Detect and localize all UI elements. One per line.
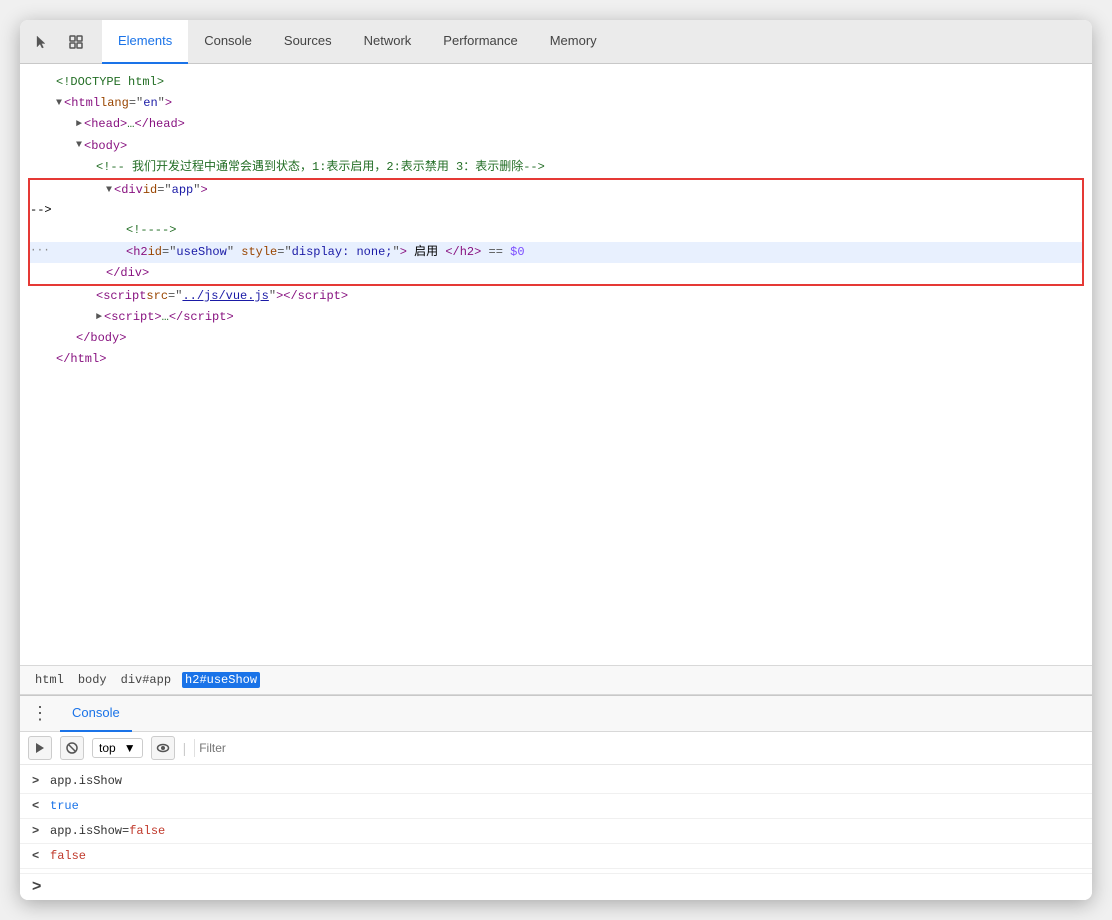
console-section: ⋮ Console <box>20 695 1092 900</box>
top-selector[interactable]: top ▼ <box>92 738 143 758</box>
body-triangle[interactable]: ▼ <box>76 138 82 154</box>
console-row-2: < true <box>20 794 1092 819</box>
html-close-line: </html> <box>20 349 1092 370</box>
console-prompt-row: > <box>20 873 1092 900</box>
row3-prefix: > <box>32 822 46 840</box>
filter-input[interactable] <box>194 739 1084 757</box>
row2-prefix: < <box>32 797 46 815</box>
clear-button[interactable] <box>60 736 84 760</box>
breadcrumb-bar: html body div#app h2#useShow <box>20 665 1092 695</box>
head-triangle[interactable]: ► <box>76 117 82 133</box>
html-triangle[interactable]: ▼ <box>56 96 62 112</box>
doctype-line: <!DOCTYPE html> <box>20 72 1092 93</box>
row2-content: true <box>50 797 79 815</box>
cursor-icon[interactable] <box>28 28 56 56</box>
row4-content: false <box>50 847 86 865</box>
breadcrumb-divapp[interactable]: div#app <box>118 672 174 688</box>
console-row-4: < false <box>20 844 1092 869</box>
elements-panel: <!DOCTYPE html> ▼ <html lang =" en " > ►… <box>20 64 1092 900</box>
dollar-zero: $0 <box>503 243 525 262</box>
console-output: > app.isShow < true > app.isShow= false … <box>20 765 1092 873</box>
run-button[interactable] <box>28 736 52 760</box>
console-menu-button[interactable]: ⋮ <box>28 702 52 726</box>
div-app-triangle[interactable]: ▼ <box>106 183 112 199</box>
comment-line: <!-- 我们开发过程中通常会遇到状态，1:表示启用，2:表示禁用 3：表示删除… <box>20 157 1092 178</box>
prompt-arrow: > <box>32 878 41 896</box>
inspect-icon[interactable] <box>62 28 90 56</box>
html-attr-lang: lang <box>100 94 129 113</box>
console-tab-bar: ⋮ Console <box>20 696 1092 732</box>
comment-text: <!-- 我们开发过程中通常会遇到状态，1:表示启用，2:表示禁用 3：表示删除… <box>96 158 545 177</box>
empty-comment-line: <!----> <box>30 220 1082 241</box>
doctype-text: <!DOCTYPE html> <box>56 73 164 92</box>
script-collapsed-line[interactable]: ► <script> … </script> <box>20 307 1092 328</box>
console-tab[interactable]: Console <box>60 696 132 732</box>
row3-content-part2: false <box>129 822 165 840</box>
tab-sources[interactable]: Sources <box>268 20 348 64</box>
html-tag: <html <box>64 94 100 113</box>
script-src-link[interactable]: ../js/vue.js <box>182 287 268 306</box>
tab-elements[interactable]: Elements <box>102 20 188 64</box>
selected-element-group: ▼ <div id =" app " > --> <!----> ··· <box>28 178 1084 286</box>
h2-line[interactable]: ··· <h2 id =" useShow " style =" display… <box>30 242 1082 263</box>
body-line[interactable]: ▼ <body> <box>20 136 1092 157</box>
breadcrumb-body[interactable]: body <box>75 672 110 688</box>
breadcrumb-html[interactable]: html <box>32 672 67 688</box>
equals-sign: == <box>489 243 503 262</box>
console-prompt-input[interactable] <box>49 880 1080 894</box>
row3-content-part1: app.isShow= <box>50 822 129 840</box>
tab-bar: Elements Console Sources Network Perform… <box>20 20 1092 64</box>
html-open-line[interactable]: ▼ <html lang =" en " > <box>20 93 1092 114</box>
devtools-window: Elements Console Sources Network Perform… <box>20 20 1092 900</box>
top-label: top <box>99 741 116 755</box>
body-close-line: </body> <box>20 328 1092 349</box>
breadcrumb-h2useshow[interactable]: h2#useShow <box>182 672 260 688</box>
html-tree: <!DOCTYPE html> ▼ <html lang =" en " > ►… <box>20 64 1092 665</box>
toolbar-icons <box>28 28 90 56</box>
div-close-line: </div> <box>30 263 1082 284</box>
more-options-btn[interactable]: ··· <box>30 243 48 261</box>
script-triangle[interactable]: ► <box>96 310 102 326</box>
row4-prefix: < <box>32 847 46 865</box>
top-dropdown-arrow: ▼ <box>124 741 136 755</box>
head-line[interactable]: ► <head> … </head> <box>20 114 1092 135</box>
tab-network[interactable]: Network <box>348 20 428 64</box>
console-row-3: > app.isShow= false <box>20 819 1092 844</box>
filter-divider: | <box>183 740 187 756</box>
row1-prefix: > <box>32 772 46 790</box>
html-lang-val: en <box>143 94 157 113</box>
row1-content: app.isShow <box>50 772 122 790</box>
script-src-line: <script src =" ../js/vue.js " ></script> <box>20 286 1092 307</box>
console-row-1: > app.isShow <box>20 769 1092 794</box>
eye-button[interactable] <box>151 736 175 760</box>
div-app-line[interactable]: ▼ <div id =" app " > <box>30 180 1082 201</box>
tab-console[interactable]: Console <box>188 20 268 64</box>
console-toolbar: top ▼ | <box>20 732 1092 765</box>
tab-memory[interactable]: Memory <box>534 20 613 64</box>
tab-performance[interactable]: Performance <box>427 20 533 64</box>
